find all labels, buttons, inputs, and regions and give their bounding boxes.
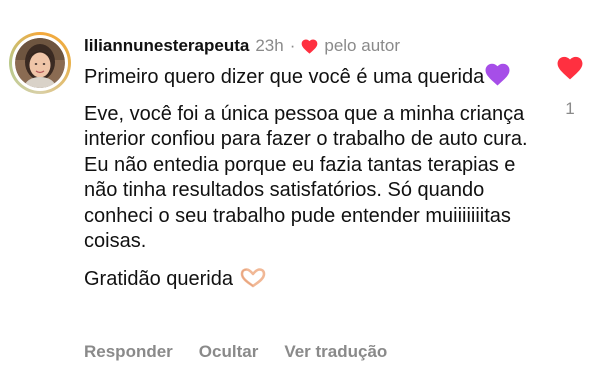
- comment-paragraph-text: Gratidão querida: [84, 267, 233, 290]
- heart-icon[interactable]: [557, 56, 583, 80]
- liked-by-author-badge: pelo autor: [301, 34, 400, 58]
- comment-content: liliannunesterapeuta 23h · pelo autor Pr…: [84, 34, 554, 303]
- purple-heart-icon: [485, 63, 510, 86]
- comment-paragraph: Primeiro quero dizer que você é uma quer…: [84, 63, 554, 91]
- comment-actions: Responder Ocultar Ver tradução: [84, 340, 413, 364]
- avatar[interactable]: [9, 32, 71, 94]
- separator-dot: ·: [289, 36, 296, 55]
- comment-meta: liliannunesterapeuta 23h · pelo autor: [84, 34, 554, 58]
- comment-paragraph: Eve, você foi a única pessoa que a minha…: [84, 102, 528, 253]
- like-column: 1: [556, 56, 584, 119]
- hide-button[interactable]: Ocultar: [199, 340, 259, 364]
- translate-button[interactable]: Ver tradução: [284, 340, 387, 364]
- like-count[interactable]: 1: [556, 99, 584, 119]
- hand-heart-icon: [240, 267, 265, 287]
- comment-paragraph-text: Primeiro quero dizer que você é uma quer…: [84, 66, 485, 88]
- reply-button[interactable]: Responder: [84, 340, 173, 364]
- liked-by-label: pelo autor: [324, 36, 400, 55]
- comment-text: Primeiro quero dizer que você é uma quer…: [84, 63, 554, 292]
- comment: liliannunesterapeuta 23h · pelo autor Pr…: [0, 0, 614, 385]
- username-link[interactable]: liliannunesterapeuta: [84, 34, 249, 58]
- avatar-photo: [15, 38, 65, 88]
- avatar-border: [12, 35, 68, 91]
- heart-icon: [302, 38, 318, 54]
- comment-paragraph: Gratidão querida: [84, 267, 554, 293]
- timestamp: 23h: [255, 36, 284, 55]
